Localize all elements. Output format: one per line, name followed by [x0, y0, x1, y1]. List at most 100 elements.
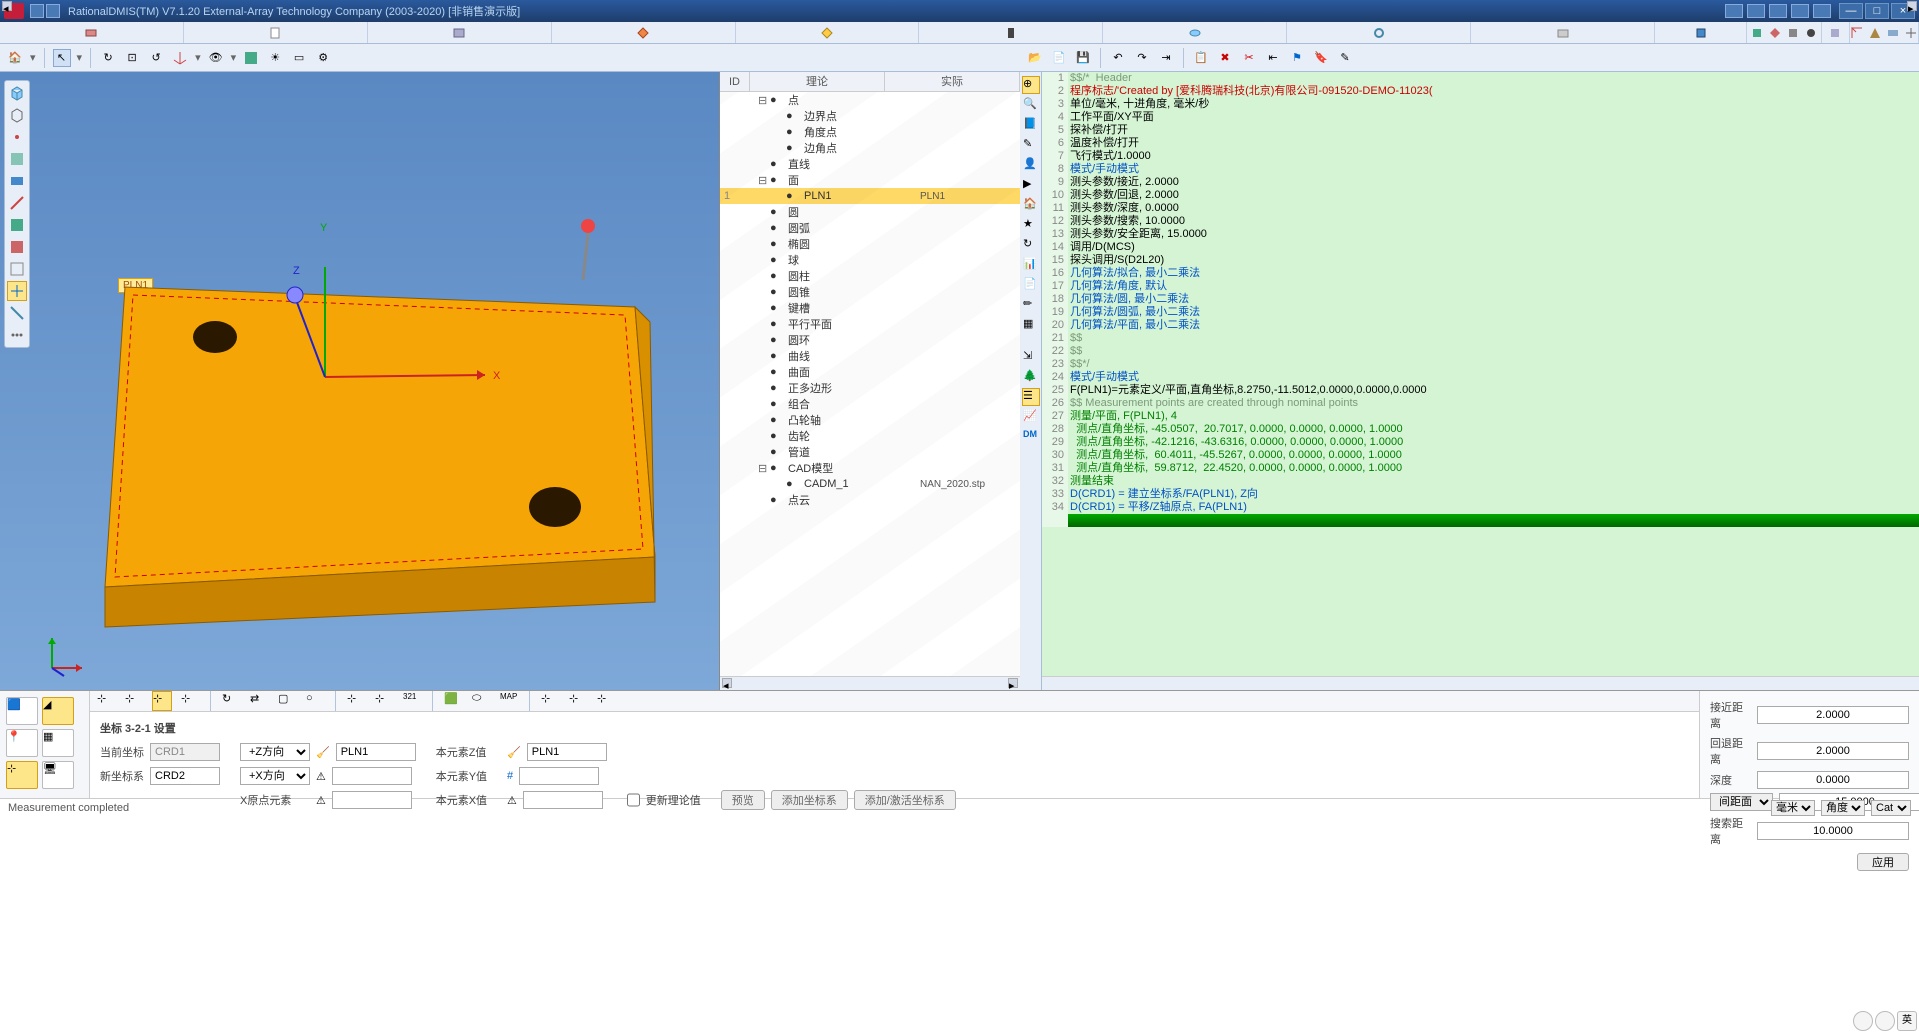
corner-btn[interactable] — [1853, 1011, 1873, 1031]
shade-icon[interactable] — [242, 49, 260, 67]
code-body[interactable]: 1$$/* Header2程序标志/'Created by [爱科腾瑞科技(北京… — [1042, 72, 1919, 676]
tree-row[interactable]: ●椭圆 — [720, 236, 1020, 252]
unit-mm-select[interactable]: 毫米 — [1771, 800, 1815, 816]
update-nominal-checkbox[interactable] — [627, 791, 640, 809]
eraser-icon[interactable]: 🧹 — [316, 746, 330, 759]
bl-axes-icon[interactable]: ⊹ — [6, 761, 38, 789]
ctool-chart-icon[interactable]: 📈 — [1022, 408, 1040, 426]
ctool-home-icon[interactable]: 🏠 — [1022, 196, 1040, 214]
title-ctrl[interactable] — [1813, 4, 1831, 18]
bl-grid-icon[interactable]: ▦ — [42, 729, 74, 757]
flag-icon[interactable]: ⚑ — [1288, 49, 1306, 67]
main-tab[interactable] — [184, 22, 368, 43]
btb-cs3-icon[interactable]: ⊹ — [152, 691, 172, 711]
tree-row[interactable]: ⊟●面 — [720, 172, 1020, 188]
retract-input[interactable] — [1757, 742, 1909, 760]
cursor-icon[interactable]: ↖ — [53, 49, 71, 67]
redo-icon[interactable]: ↷ — [1133, 49, 1151, 67]
part-model[interactable]: X — [95, 267, 675, 647]
btb-321-icon[interactable]: 321 — [402, 691, 422, 711]
tree-row[interactable]: ●圆 — [720, 204, 1020, 220]
vtool-cube-icon[interactable] — [7, 83, 27, 103]
tree-row[interactable]: ⊟●CAD模型 — [720, 460, 1020, 476]
ctool-run-icon[interactable]: ▶ — [1022, 176, 1040, 194]
btb-rot-icon[interactable]: ↻ — [221, 691, 241, 711]
btb-cs4-icon[interactable]: ⊹ — [180, 691, 200, 711]
title-ctrl[interactable] — [1769, 4, 1787, 18]
tree-row[interactable]: ●管道 — [720, 444, 1020, 460]
bl-plane-icon[interactable]: ◢ — [42, 697, 74, 725]
view-icon[interactable]: 👁 — [207, 49, 225, 67]
highlight-icon[interactable]: ✎ — [1336, 49, 1354, 67]
ctool-star-icon[interactable]: ★ — [1022, 216, 1040, 234]
new-icon[interactable]: 📄 — [1050, 49, 1068, 67]
ctool-edit-icon[interactable]: ✎ — [1022, 136, 1040, 154]
add-activate-cs-button[interactable]: 添加/激活坐标系 — [854, 790, 956, 810]
tree-row[interactable]: ●角度点 — [720, 124, 1020, 140]
vtool-wireframe-icon[interactable] — [7, 105, 27, 125]
ctool-tree-icon[interactable]: 🌲 — [1022, 368, 1040, 386]
ctool-book-icon[interactable]: 📘 — [1022, 116, 1040, 134]
vtool-edge-icon[interactable] — [7, 193, 27, 213]
btb-f1-icon[interactable]: ⊹ — [540, 691, 560, 711]
save-icon[interactable]: 💾 — [1074, 49, 1092, 67]
refresh-icon[interactable]: ↻ — [99, 49, 117, 67]
ctool-expand-icon[interactable]: ⇲ — [1022, 348, 1040, 366]
title-ctrl[interactable] — [1747, 4, 1765, 18]
tree-row[interactable]: ●圆弧 — [720, 220, 1020, 236]
title-ctrl[interactable] — [1791, 4, 1809, 18]
btb-cs-icon[interactable]: ⊹ — [96, 691, 116, 711]
bx-feature-input[interactable] — [523, 791, 603, 809]
ctool-edit2-icon[interactable]: ✏ — [1022, 296, 1040, 314]
layers-icon[interactable]: ▭ — [290, 49, 308, 67]
bl-machine-icon[interactable]: 🖥 — [42, 761, 74, 789]
search-input[interactable] — [1757, 822, 1909, 840]
btb-trans-icon[interactable]: ⇄ — [249, 691, 269, 711]
ctool-probe-icon[interactable]: 🔍 — [1022, 96, 1040, 114]
ctool-list-icon[interactable]: ☰ — [1022, 388, 1040, 406]
btb-b-icon[interactable]: ⊹ — [374, 691, 394, 711]
main-tab[interactable] — [736, 22, 920, 43]
tree-body[interactable]: ⊟●点●边界点●角度点●边角点●直线⊟●面1●PLN1PLN1●圆●圆弧●椭圆●… — [720, 92, 1020, 676]
ctool-target-icon[interactable]: ⊕ — [1022, 76, 1040, 94]
title-icon[interactable] — [46, 4, 60, 18]
bz-feature-input[interactable] — [527, 743, 607, 761]
apply-button[interactable]: 应用 — [1857, 853, 1909, 871]
3d-viewport[interactable]: PLN1 X Y Z — [0, 72, 720, 690]
tree-row[interactable]: ●直线 — [720, 156, 1020, 172]
ctool-doc-icon[interactable]: 📄 — [1022, 276, 1040, 294]
btb-f3-icon[interactable]: ⊹ — [596, 691, 616, 711]
title-ctrl[interactable] — [1725, 4, 1743, 18]
maximize-button[interactable]: □ — [1865, 3, 1889, 19]
main-tab[interactable] — [1822, 22, 1850, 43]
vtool-shade-icon[interactable] — [7, 237, 27, 257]
zoom-fit-icon[interactable]: ⊡ — [123, 49, 141, 67]
eraser-icon[interactable]: 🧹 — [507, 746, 521, 759]
tree-header-nominal[interactable]: 理论 — [750, 72, 885, 91]
depth-input[interactable] — [1757, 771, 1909, 789]
btb-solid-icon[interactable]: 🟩 — [443, 691, 463, 711]
ctool-loop-icon[interactable]: ↻ — [1022, 236, 1040, 254]
main-tab[interactable] — [1287, 22, 1471, 43]
main-tab[interactable] — [552, 22, 736, 43]
btb-f2-icon[interactable]: ⊹ — [568, 691, 588, 711]
sun-icon[interactable]: ☀ — [266, 49, 284, 67]
corner-lang[interactable]: 英 — [1897, 1011, 1917, 1031]
tree-row[interactable]: ●圆锥 — [720, 284, 1020, 300]
approach-input[interactable] — [1757, 706, 1909, 724]
import-icon[interactable]: ⇤ — [1264, 49, 1282, 67]
main-tab[interactable] — [919, 22, 1103, 43]
main-tab[interactable] — [1103, 22, 1287, 43]
tree-row[interactable]: ●正多边形 — [720, 380, 1020, 396]
tree-row[interactable]: ●曲线 — [720, 348, 1020, 364]
tree-row[interactable]: ●键槽 — [720, 300, 1020, 316]
tree-row[interactable]: ●齿轮 — [720, 428, 1020, 444]
code-hscroll[interactable]: ◂ ▸ — [1042, 676, 1919, 690]
main-tab-group[interactable] — [1747, 22, 1821, 43]
main-tab[interactable] — [1471, 22, 1655, 43]
btb-cyl-icon[interactable]: ○ — [305, 691, 325, 711]
by-feature-input[interactable] — [519, 767, 599, 785]
new-cs-input[interactable] — [150, 767, 220, 785]
vtool-surface-icon[interactable] — [7, 171, 27, 191]
z-feature-input[interactable] — [336, 743, 416, 761]
